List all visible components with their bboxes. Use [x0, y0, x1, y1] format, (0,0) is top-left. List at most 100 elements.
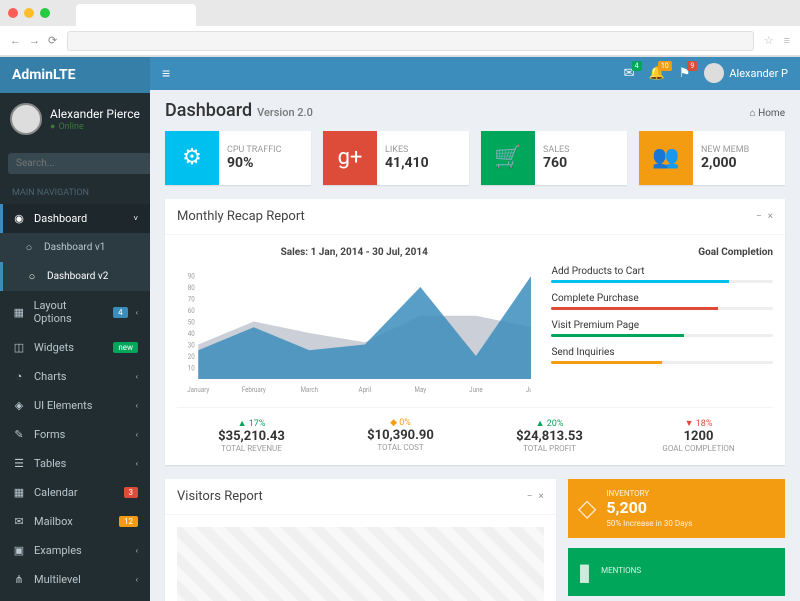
nav-item-layout-options[interactable]: ▦Layout Options4‹: [0, 291, 150, 333]
svg-text:80: 80: [188, 283, 195, 291]
url-bar[interactable]: [67, 31, 753, 51]
minimize-icon[interactable]: −: [756, 211, 762, 222]
browser-tab[interactable]: [76, 4, 196, 26]
nav-item-multilevel[interactable]: ⋔Multilevel‹: [0, 565, 150, 594]
widget-icon: ◇: [578, 494, 596, 522]
nav-icon: ▦: [12, 306, 26, 319]
chevron-icon: ‹: [136, 401, 138, 410]
svg-text:April: April: [359, 385, 372, 393]
sidebar: AdminLTE Alexander Pierce Online 🔍 MAIN …: [0, 57, 150, 601]
topbar-user[interactable]: Alexander P: [704, 63, 788, 83]
chevron-icon: ˅: [133, 214, 138, 223]
content-header: DashboardVersion 2.0 ⌂ Home: [150, 90, 800, 131]
close-icon[interactable]: ×: [768, 211, 773, 222]
stat-box: 👥NEW MEMB2,000: [639, 131, 785, 185]
minimize-icon[interactable]: −: [527, 491, 533, 502]
nav-header: MAIN NAVIGATION: [0, 182, 150, 204]
chevron-icon: ‹: [136, 575, 138, 584]
window-max-dot[interactable]: [40, 8, 50, 18]
nav-item-widgets[interactable]: ◫Widgetsnew: [0, 333, 150, 362]
nav-item-charts[interactable]: ◔Charts‹: [0, 362, 150, 391]
close-icon[interactable]: ×: [539, 491, 544, 502]
nav-icon: ▦: [12, 486, 26, 499]
avatar: [704, 63, 724, 83]
nav-item-ui-elements[interactable]: ◈UI Elements‹: [0, 391, 150, 420]
nav-item-tables[interactable]: ☰Tables‹: [0, 449, 150, 478]
monthly-recap-box: Monthly Recap Report − × Sales: 1 Jan, 2…: [165, 199, 785, 465]
menu-toggle-icon[interactable]: ≡: [162, 65, 170, 82]
footer-stat: ◆ 0%$10,390.90TOTAL COST: [326, 418, 475, 453]
user-panel: Alexander Pierce Online: [0, 93, 150, 145]
footer-stat: ▲ 20%$24,813.53TOTAL PROFIT: [475, 418, 624, 453]
user-status: Online: [50, 121, 140, 132]
chevron-icon: ‹: [136, 459, 138, 468]
goal-item: Add Products to Cart: [551, 266, 773, 283]
nav-icon: ○: [22, 241, 36, 254]
chevron-icon: ‹: [136, 308, 138, 317]
nav-item-dashboard[interactable]: ◉Dashboard˅: [0, 204, 150, 233]
nav-icon: ✉: [12, 515, 26, 528]
user-name: Alexander Pierce: [50, 107, 140, 121]
nav-badge: 12: [119, 516, 138, 527]
page-title: DashboardVersion 2.0: [165, 100, 313, 121]
box-title: Visitors Report: [177, 489, 263, 504]
widget-icon: ▮: [578, 558, 591, 586]
svg-text:50: 50: [188, 318, 195, 326]
footer-stat: ▲ 17%$35,210.43TOTAL REVENUE: [177, 418, 326, 453]
star-icon[interactable]: ☆: [764, 34, 774, 47]
svg-text:20: 20: [188, 352, 195, 360]
svg-text:January: January: [187, 385, 210, 393]
footer-stat: ▼ 18%1200GOAL COMPLETION: [624, 418, 773, 453]
svg-text:10: 10: [188, 364, 195, 372]
breadcrumb[interactable]: ⌂ Home: [750, 108, 785, 119]
stat-box: g+LIKES41,410: [323, 131, 469, 185]
nav-icon: ◉: [12, 212, 26, 225]
world-map: [177, 527, 544, 601]
menu-icon[interactable]: ≡: [784, 34, 790, 47]
box-title: Monthly Recap Report: [177, 209, 305, 224]
goals-title: Goal Completion: [551, 247, 773, 258]
topbar: ≡ ✉4 🔔10 ⚑9 Alexander P: [150, 57, 800, 90]
nav-icon: ✎: [12, 428, 26, 441]
nav-item-mailbox[interactable]: ✉Mailbox12: [0, 507, 150, 536]
svg-text:40: 40: [188, 329, 195, 337]
goal-item: Send Inquiries: [551, 347, 773, 364]
nav-item-examples[interactable]: ▣Examples‹: [0, 536, 150, 565]
stat-box: 🛒SALES760: [481, 131, 627, 185]
avatar[interactable]: [10, 103, 42, 135]
widget: ◇INVENTORY5,20050% Increase in 30 Days: [568, 479, 785, 538]
flag-icon[interactable]: ⚑9: [679, 66, 691, 81]
forward-icon[interactable]: →: [29, 34, 40, 47]
logo[interactable]: AdminLTE: [0, 57, 150, 93]
stat-box: ⚙CPU TRAFFIC90%: [165, 131, 311, 185]
nav-badge: 3: [124, 487, 139, 498]
stat-icon: 👥: [639, 131, 693, 185]
nav-item-dashboard-v2[interactable]: ○Dashboard v2: [0, 262, 150, 291]
visitors-box: Visitors Report − ×: [165, 479, 556, 601]
chevron-icon: ‹: [136, 372, 138, 381]
svg-text:February: February: [242, 385, 267, 393]
search-input[interactable]: [8, 153, 150, 174]
nav-icon: ⋔: [12, 573, 26, 586]
bell-icon[interactable]: 🔔10: [649, 66, 665, 81]
svg-text:May: May: [415, 385, 427, 393]
back-icon[interactable]: ←: [10, 34, 21, 47]
window-close-dot[interactable]: [8, 8, 18, 18]
reload-icon[interactable]: ⟳: [48, 34, 57, 47]
topbar-username: Alexander P: [729, 67, 788, 80]
mail-icon[interactable]: ✉4: [624, 66, 635, 81]
nav-item-calendar[interactable]: ▦Calendar3: [0, 478, 150, 507]
svg-text:March: March: [301, 385, 319, 393]
window-min-dot[interactable]: [24, 8, 34, 18]
svg-text:70: 70: [188, 295, 195, 303]
nav-icon: ◈: [12, 399, 26, 412]
svg-text:June: June: [469, 385, 483, 393]
svg-text:90: 90: [188, 272, 195, 280]
goal-item: Complete Purchase: [551, 293, 773, 310]
nav-item-dashboard-v1[interactable]: ○Dashboard v1: [0, 233, 150, 262]
goal-item: Visit Premium Page: [551, 320, 773, 337]
nav-item-forms[interactable]: ✎Forms‹: [0, 420, 150, 449]
stat-icon: 🛒: [481, 131, 535, 185]
browser-chrome: ← → ⟳ ☆ ≡: [0, 0, 800, 57]
svg-text:July: July: [526, 385, 532, 393]
